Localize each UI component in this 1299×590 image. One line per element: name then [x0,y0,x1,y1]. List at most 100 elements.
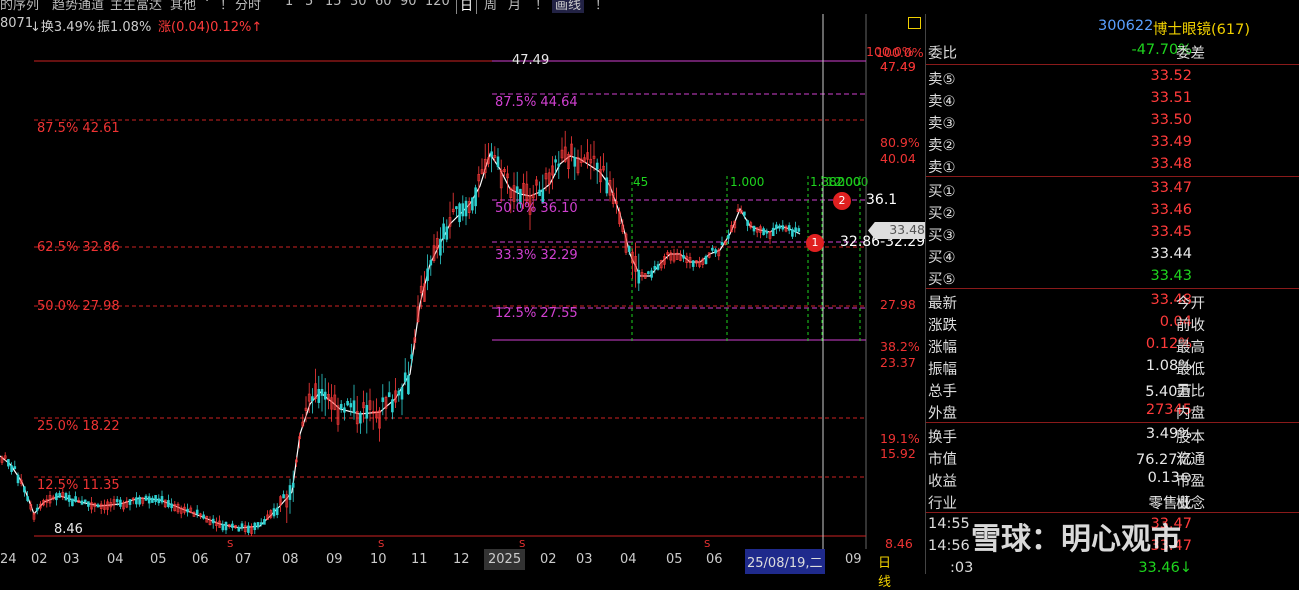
candle-body [138,496,141,505]
ask-row-1[interactable]: 卖① 33.48 [926,154,1299,176]
concept-link[interactable]: 概念 [1176,492,1205,513]
candle-body [691,260,695,267]
candle-body [128,499,132,505]
candle-body [637,269,641,284]
bid-row-4[interactable]: 买④ 33.44 [926,244,1299,266]
toolbar-item-sequence[interactable]: 的序列 [0,0,39,13]
quote-panel: 300622 博士眼镜(617) 委比 -47.70% 委差 卖⑤ 33.52 卖… [925,14,1299,576]
toolbar-item-trend-channel[interactable]: 趋势通道 [52,0,104,13]
tab-15min[interactable]: 15 [325,0,342,9]
candle-body [727,234,730,239]
toolbar-sep3: ！ [595,0,609,13]
tab-5min[interactable]: 5 [305,0,313,9]
bid-label: 买⑤ [928,272,956,288]
candle-body [240,523,244,528]
divider [926,512,1299,513]
stat-label-2: 内盘 [1176,406,1205,422]
bid-row-5[interactable]: 买⑤ 33.43 [926,266,1299,288]
toolbar-item-other[interactable]: 其他 [170,0,196,13]
stat-row-outer: 外盘 27345 内盘 [926,400,1299,422]
tab-intraday[interactable]: 分时 [235,0,261,13]
candle-body [794,227,797,233]
tab-60min[interactable]: 60 [375,0,392,9]
annotation-marker-1[interactable]: 1 [806,234,824,252]
date-label: 12 [453,552,470,567]
panel-toggle-icon[interactable] [908,17,921,29]
kline-chart[interactable]: S S S S 87.5% 42.61 62.5% 32.86 50.0% 27… [0,14,925,549]
draw-line-button[interactable]: 画线 [552,0,585,13]
stat-label-2: 前收 [1176,318,1205,334]
date-label: 07 [235,552,252,567]
svg-text:S: S [519,539,525,549]
candle-body [403,372,407,382]
time-mark-2000: 2.000 [834,175,869,189]
candle-body [349,403,353,408]
candle-body [263,519,266,525]
date-label: 06 [192,552,209,567]
candle-body [439,238,442,256]
candle-body [67,494,71,502]
candle-body [58,492,61,498]
fib-label-25: 25.0% 18.22 [37,419,120,434]
tab-week[interactable]: 周 [484,0,497,13]
candle-body [291,482,295,488]
weicha-label: 委差 [1176,46,1205,62]
candle-body [186,508,189,513]
candle-body [231,523,234,528]
candle-body [746,220,749,226]
axis-price-1592: 15.92 [880,446,916,461]
candle-body [55,493,58,501]
low-price-label: 8.46 [54,522,83,537]
candle-body [247,525,250,533]
tab-day[interactable]: 日 [456,0,478,14]
ask-row-5[interactable]: 卖⑤ 33.52 [926,66,1299,88]
candle-body [80,500,84,505]
bid-row-3[interactable]: 买③ 33.45 [926,222,1299,244]
ask-row-2[interactable]: 卖② 33.49 [926,132,1299,154]
stat-label-2: 量比 [1176,384,1205,400]
candle-body [762,228,765,236]
toolbar-item-main[interactable]: 主生富达 [110,0,162,13]
candle-body [557,163,561,167]
bid-row-2[interactable]: 买② 33.46 [926,200,1299,222]
stock-code: 300622 [1098,18,1154,34]
ask-row-3[interactable]: 卖③ 33.50 [926,110,1299,132]
candle-body [96,504,100,508]
candle-body [288,485,292,500]
stat-label-2: 今开 [1176,296,1205,312]
candle-body [426,268,429,281]
candle-body [714,249,717,254]
tab-120min[interactable]: 120 [425,0,450,9]
candle-body [381,397,385,403]
weibi-row: 委比 -47.70% 委差 [926,40,1299,62]
stat-row-industry: 行业 零售业 概念 [926,490,1299,512]
bid-label: 买② [928,206,956,222]
bid-row-1[interactable]: 买① 33.47 [926,178,1299,200]
tab-30min[interactable]: 30 [350,0,367,9]
date-axis: 24 02 03 04 05 06 07 08 09 10 11 12 2025… [0,549,891,590]
candle-body [339,403,343,410]
axis-pct-809: 80.9% [880,135,920,150]
time-mark-45: 45 [633,175,649,189]
bid-price: 33.47 [1150,180,1192,196]
kline-svg[interactable]: S S S S [0,14,868,549]
annotation-marker-2[interactable]: 2 [833,192,851,210]
period-label[interactable]: 日线 [878,552,891,590]
ask-row-4[interactable]: 卖④ 33.51 [926,88,1299,110]
candle-body [365,404,369,419]
candle-body [464,200,468,217]
divider [926,64,1299,65]
bid-price: 33.43 [1150,268,1192,284]
candle-body [10,465,13,472]
tab-90min[interactable]: 90 [400,0,417,9]
candle-body [83,499,87,503]
candle-body [490,151,493,158]
date-label: 08 [282,552,299,567]
stat-label: 振幅 [928,362,957,378]
tab-month[interactable]: 月 [508,0,521,13]
candle-body [445,226,449,240]
tab-1min[interactable]: 1 [285,0,293,9]
fib-label-87: 87.5% 42.61 [37,121,120,136]
axis-pct-191: 19.1% [880,431,920,446]
candle-body [170,503,173,509]
